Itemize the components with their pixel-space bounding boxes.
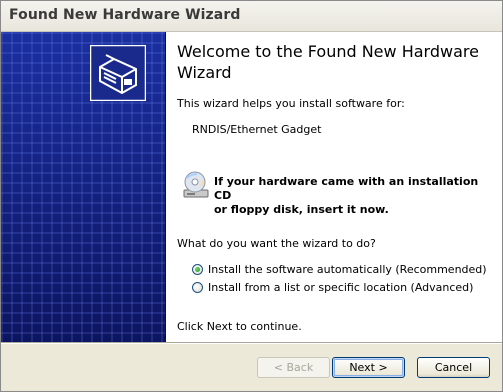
question-text: What do you want the wizard to do? <box>177 237 376 250</box>
device-name: RNDIS/Ethernet Gadget <box>192 123 322 136</box>
intro-text: This wizard helps you install software f… <box>177 97 405 110</box>
wizard-body: Welcome to the Found New Hardware Wizard… <box>1 32 502 342</box>
wizard-side-panel <box>1 32 166 342</box>
radio-button[interactable] <box>192 281 203 293</box>
back-button[interactable]: < Back <box>257 357 330 378</box>
window-title: Found New Hardware Wizard <box>9 7 241 23</box>
next-button[interactable]: Next > <box>332 357 405 378</box>
option-label: Install the software automatically (Reco… <box>208 262 487 276</box>
cancel-button[interactable]: Cancel <box>417 357 490 378</box>
wizard-window: Found New Hardware Wizard Welcome to the… <box>0 0 503 392</box>
option-install-automatically[interactable]: Install the software automatically (Reco… <box>192 261 487 277</box>
cd-prompt: If your hardware came with an installati… <box>181 166 491 216</box>
wizard-content: Welcome to the Found New Hardware Wizard… <box>177 32 497 342</box>
footer-divider <box>1 342 502 344</box>
cd-prompt-line1: If your hardware came with an installati… <box>214 175 479 202</box>
page-title: Welcome to the Found New Hardware Wizard <box>177 42 479 82</box>
cd-drive-icon <box>181 170 211 200</box>
radio-button-selected[interactable] <box>192 263 203 275</box>
option-label: Install from a list or specific location… <box>208 280 474 294</box>
cd-prompt-line2: or floppy disk, insert it now. <box>214 203 389 216</box>
hardware-box-icon <box>89 44 147 102</box>
next-hint-text: Click Next to continue. <box>177 320 302 333</box>
cd-prompt-text: If your hardware came with an installati… <box>214 175 491 217</box>
title-bar[interactable]: Found New Hardware Wizard <box>1 1 502 32</box>
option-install-from-list[interactable]: Install from a list or specific location… <box>192 279 473 295</box>
